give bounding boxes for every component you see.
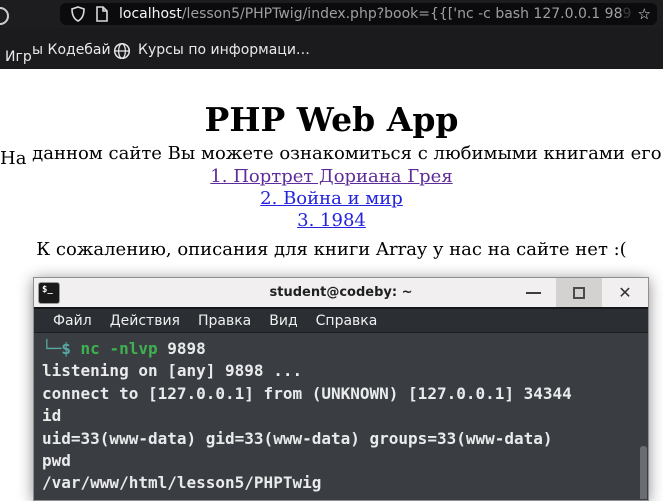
url-text[interactable]: localhost/lesson5/PHPTwig/index.php?book… bbox=[119, 6, 634, 22]
menu-item[interactable]: Правка bbox=[189, 313, 260, 329]
menu-item[interactable]: Справка bbox=[307, 313, 387, 329]
shield-icon[interactable] bbox=[71, 6, 85, 22]
terminal-scrollbar-thumb[interactable] bbox=[640, 446, 647, 499]
url-bar[interactable]: localhost/lesson5/PHPTwig/index.php?book… bbox=[60, 3, 657, 25]
bookmark-item-codeby[interactable]: ы Кодебай bbox=[32, 42, 111, 58]
bookmark-item-games[interactable]: Игр bbox=[5, 49, 32, 65]
bookmarks-bar: Игр ы Кодебай Курсы по информаци… bbox=[0, 28, 663, 69]
terminal-line: ^C bbox=[42, 495, 648, 499]
page-title: PHP Web App bbox=[204, 100, 459, 140]
url-path: /lesson5/PHPTwig/index.php?book={{['nc -… bbox=[181, 6, 623, 22]
terminal-line: connect to [127.0.0.1] from (UNKNOWN) [1… bbox=[42, 383, 572, 403]
partial-reload-icon bbox=[0, 7, 9, 25]
terminal-title: student@codeby: ~ bbox=[269, 285, 413, 300]
terminal-line: listening on [any] 9898 ... bbox=[42, 361, 303, 381]
error-message: К сожалению, описания для книги Array у … bbox=[36, 239, 627, 260]
url-path-faded: 9 bbox=[622, 6, 632, 22]
page-info-icon[interactable] bbox=[95, 6, 108, 22]
browser-toolbar: localhost/lesson5/PHPTwig/index.php?book… bbox=[0, 0, 663, 28]
intro-rest: данном сайте Вы можете ознакомиться с лю… bbox=[32, 143, 663, 164]
terminal-menubar: Файл Действия Правка Вид Справка bbox=[34, 307, 648, 333]
terminal-line: uid=33(www-data) gid=33(www-data) groups… bbox=[42, 428, 553, 448]
book-link[interactable]: 1. Портрет Дориана Грея bbox=[0, 166, 663, 188]
menu-item[interactable]: Файл bbox=[44, 313, 101, 329]
globe-icon bbox=[113, 42, 131, 60]
url-host: localhost bbox=[119, 6, 182, 22]
screen: localhost/lesson5/PHPTwig/index.php?book… bbox=[0, 0, 663, 501]
terminal-window: $_ student@codeby: ~ ✕ Файл Действия Правк… bbox=[33, 277, 649, 501]
terminal-line: pwd bbox=[42, 451, 71, 471]
bookmark-item-courses[interactable]: Курсы по информаци… bbox=[138, 42, 310, 58]
terminal-titlebar[interactable]: $_ student@codeby: ~ ✕ bbox=[34, 278, 648, 307]
book-link[interactable]: 3. 1984 bbox=[0, 210, 663, 232]
terminal-line: id bbox=[42, 406, 62, 426]
menu-item[interactable]: Вид bbox=[260, 313, 306, 329]
terminal-body[interactable]: └─$ nc -nlvp 9898 listening on [any] 9898… bbox=[34, 333, 648, 499]
menu-item[interactable]: Действия bbox=[101, 313, 189, 329]
terminal-line: └─$ nc -nlvp 9898 bbox=[42, 339, 206, 358]
terminal-line: /var/www/html/lesson5/PHPTwig bbox=[42, 473, 322, 493]
book-link[interactable]: 2. Война и мир bbox=[0, 188, 663, 210]
intro-text: На данном сайте Вы можете ознакомиться с… bbox=[0, 143, 663, 169]
book-links: 1. Портрет Дориана Грея 2. Война и мир 3. … bbox=[0, 166, 663, 232]
bookmark-star-icon[interactable]: ☆ bbox=[638, 5, 651, 23]
